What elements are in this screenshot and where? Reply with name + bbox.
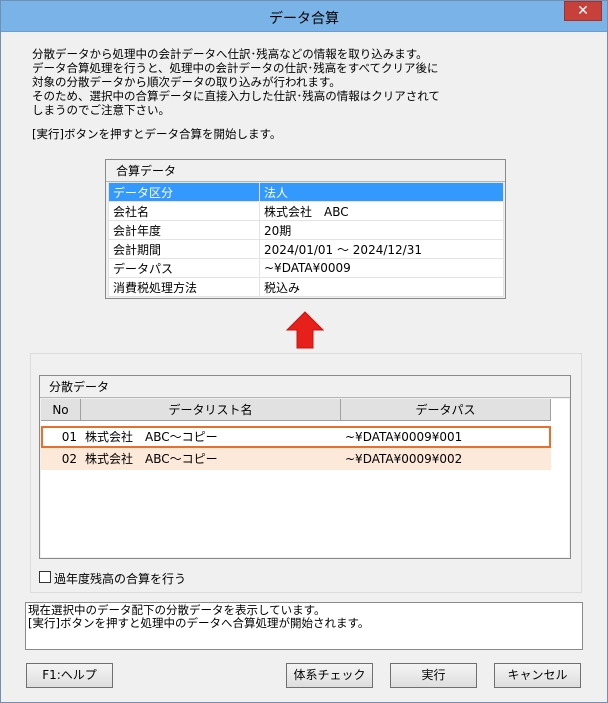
- column-header-no[interactable]: No: [41, 399, 81, 421]
- title-bar: データ合算 ✕: [1, 1, 607, 32]
- intro-note: [実行]ボタンを押すとデータ合算を開始します。: [32, 127, 282, 141]
- merge-row-value: 2024/01/01 ～ 2024/12/31: [259, 239, 504, 259]
- merge-row-value: 株式会社 ABC: [259, 201, 504, 221]
- table-row[interactable]: 01 株式会社 ABC～コピー ~¥DATA¥0009¥001: [41, 426, 551, 448]
- merge-row-company[interactable]: 会社名 株式会社 ABC: [108, 201, 504, 221]
- merge-data-panel: 合算データ データ区分 法人 会社名 株式会社 ABC 会計年度 20期 会計期…: [105, 159, 506, 299]
- arrow-up-icon: [286, 311, 324, 349]
- merge-data-header: 合算データ: [106, 160, 505, 182]
- data-merge-dialog: データ合算 ✕ 分散データから処理中の会計データへ仕訳･残高などの情報を取り込み…: [0, 0, 608, 703]
- merge-row-data-path[interactable]: データパス ~¥DATA¥0009: [108, 258, 504, 278]
- cancel-button[interactable]: キャンセル: [494, 663, 581, 688]
- run-button[interactable]: 実行: [390, 663, 477, 688]
- distributed-data-grid: No データリスト名 データパス 01 株式会社 ABC～コピー ~¥DATA¥…: [41, 399, 569, 557]
- distributed-data-panel: 分散データ No データリスト名 データパス 01 株式会社 ABC～コピー ~…: [39, 375, 571, 559]
- merge-row-tax-method[interactable]: 消費税処理方法 税込み: [108, 277, 504, 297]
- table-row[interactable]: 02 株式会社 ABC～コピー ~¥DATA¥0009¥002: [41, 448, 551, 470]
- row-data-path: ~¥DATA¥0009¥002: [345, 452, 463, 466]
- merge-row-fiscal-year[interactable]: 会計年度 20期: [108, 220, 504, 240]
- merge-row-value: 法人: [259, 182, 504, 202]
- merge-row-key: 会社名: [108, 201, 260, 221]
- row-focus-outline: [41, 426, 551, 448]
- status-message: 現在選択中のデータ配下の分散データを表示しています。 [実行]ボタンを押すと処理…: [25, 602, 583, 650]
- merge-row-value: 20期: [259, 220, 504, 240]
- structure-check-button[interactable]: 体系チェック: [286, 663, 373, 688]
- close-button[interactable]: ✕: [564, 1, 602, 21]
- merge-row-period[interactable]: 会計期間 2024/01/01 ～ 2024/12/31: [108, 239, 504, 259]
- distributed-data-header: 分散データ: [40, 376, 570, 398]
- grid-header-row: No データリスト名 データパス: [41, 399, 551, 421]
- prior-year-balance-label: 過年度残高の合算を行う: [54, 572, 187, 586]
- merge-row-value: 税込み: [259, 277, 504, 297]
- window-title: データ合算: [269, 11, 339, 27]
- merge-row-key: データパス: [108, 258, 260, 278]
- column-header-list-name[interactable]: データリスト名: [81, 399, 341, 421]
- merge-row-key: 会計期間: [108, 239, 260, 259]
- merge-row-key: データ区分: [108, 182, 260, 202]
- column-header-data-path[interactable]: データパス: [341, 399, 551, 421]
- intro-text: 分散データから処理中の会計データへ仕訳･残高などの情報を取り込みます。 データ合…: [32, 47, 440, 117]
- merge-row-key: 消費税処理方法: [108, 277, 260, 297]
- merge-data-table: データ区分 法人 会社名 株式会社 ABC 会計年度 20期 会計期間 2024…: [108, 182, 504, 297]
- row-no: 02: [61, 452, 77, 466]
- merge-row-data-type[interactable]: データ区分 法人: [108, 182, 504, 202]
- row-list-name: 株式会社 ABC～コピー: [85, 452, 218, 466]
- merge-row-value: ~¥DATA¥0009: [259, 258, 504, 278]
- prior-year-balance-checkbox[interactable]: [39, 571, 51, 583]
- merge-row-key: 会計年度: [108, 220, 260, 240]
- help-button[interactable]: F1:ヘルプ: [26, 663, 113, 688]
